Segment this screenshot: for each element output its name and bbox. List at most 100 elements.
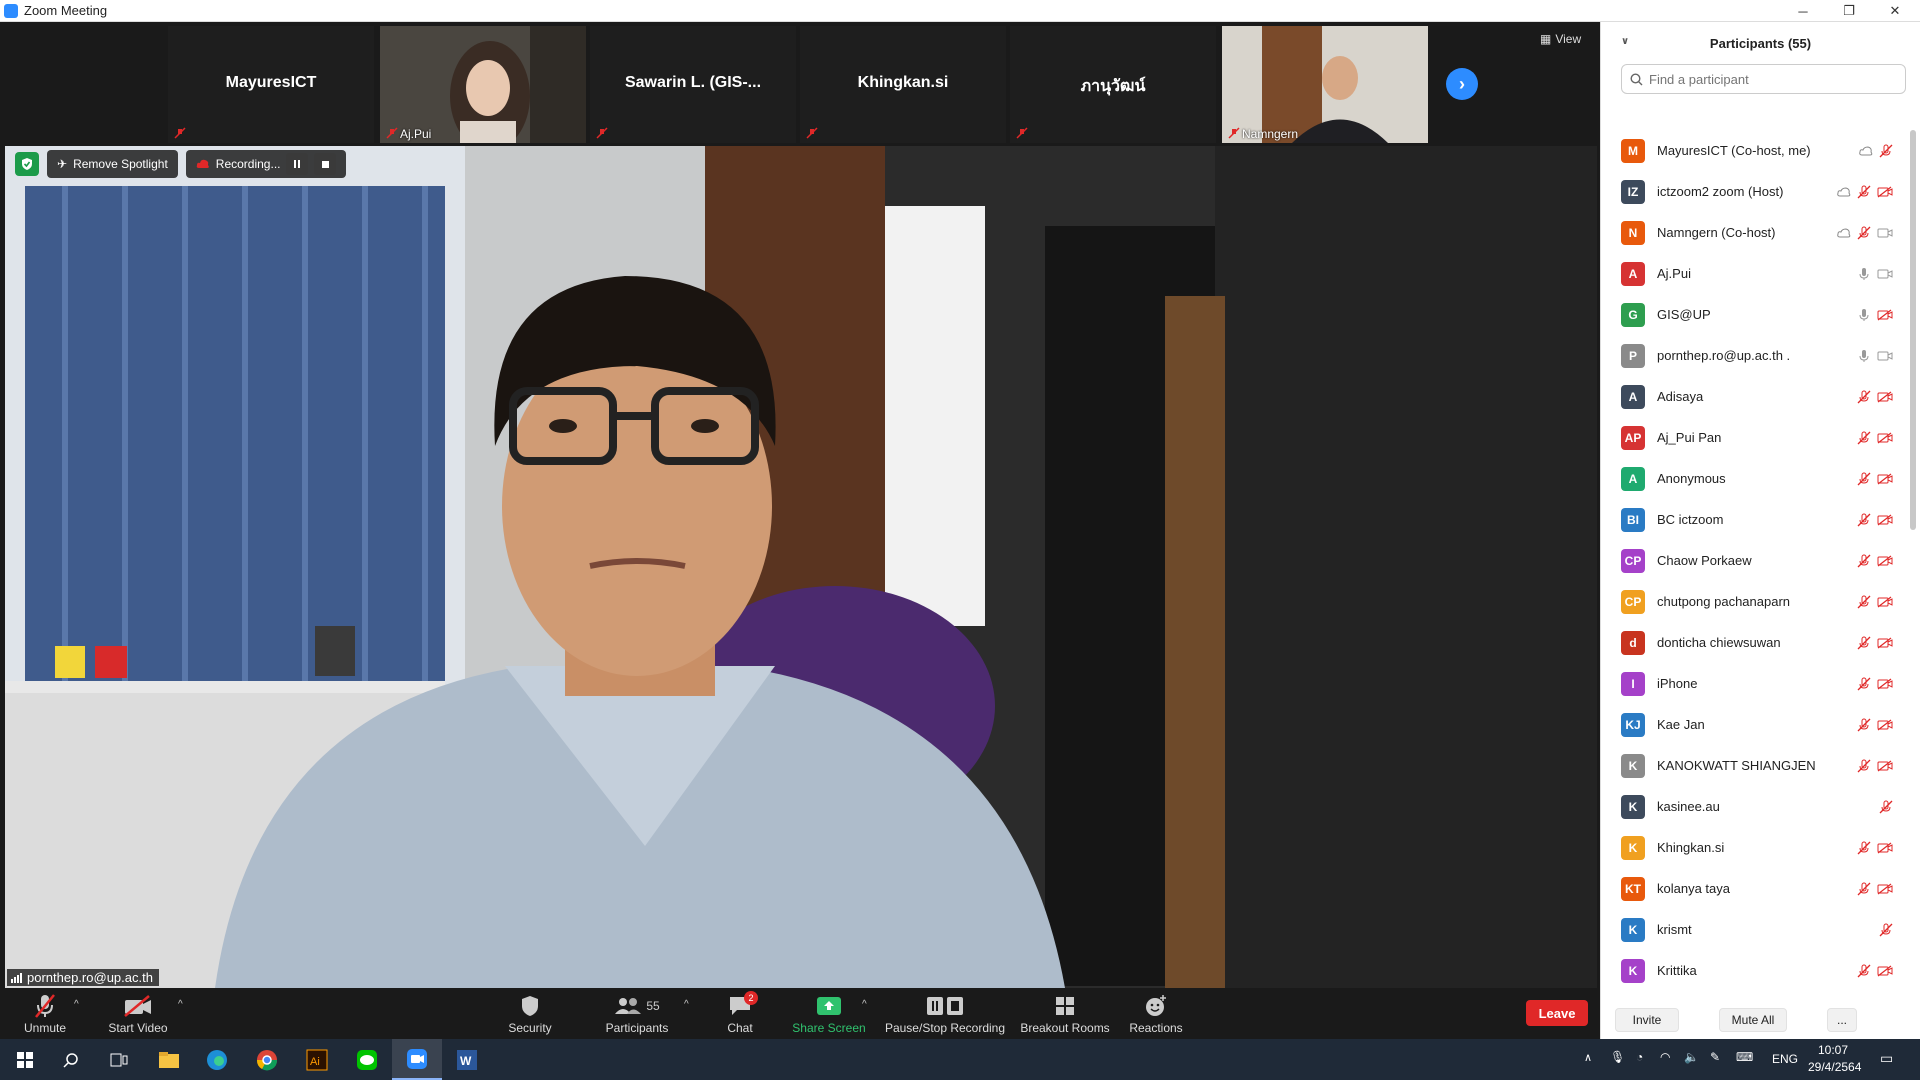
mic-muted-icon[interactable] bbox=[1857, 964, 1871, 978]
participant-row[interactable]: KT kolanya taya bbox=[1601, 868, 1920, 909]
chat-button[interactable]: 2 Chat bbox=[720, 989, 760, 1039]
clock-time[interactable]: 10:07 bbox=[1818, 1043, 1848, 1057]
participant-row[interactable]: G GIS@UP bbox=[1601, 294, 1920, 335]
share-screen-button[interactable]: Share Screen bbox=[790, 989, 868, 1039]
stop-recording-icon[interactable] bbox=[314, 153, 337, 175]
participants-button[interactable]: 55 Participants bbox=[600, 989, 674, 1039]
clock-date[interactable]: 29/4/2564 bbox=[1808, 1060, 1861, 1074]
minimize-button[interactable]: ─ bbox=[1780, 0, 1826, 22]
mic-muted-icon[interactable] bbox=[1857, 185, 1871, 199]
video-off-icon[interactable] bbox=[1877, 596, 1893, 608]
mic-muted-icon[interactable] bbox=[1857, 718, 1871, 732]
participant-row[interactable]: Kkrismt bbox=[1601, 909, 1920, 950]
thumbnail-khingkan[interactable]: Khingkan.si bbox=[800, 26, 1006, 143]
mic-muted-icon[interactable] bbox=[1857, 554, 1871, 568]
video-off-icon[interactable] bbox=[1877, 391, 1893, 403]
participant-row[interactable]: Kkasinee.au bbox=[1601, 786, 1920, 827]
edge-browser-icon[interactable] bbox=[194, 1039, 240, 1080]
participant-row[interactable]: AP Aj_Pui Pan bbox=[1601, 417, 1920, 458]
participant-row[interactable]: K Khingkan.si bbox=[1601, 827, 1920, 868]
pause-stop-recording-button[interactable]: Pause/Stop Recording bbox=[884, 989, 1006, 1039]
participant-row[interactable]: N Namngern (Co-host) bbox=[1601, 212, 1920, 253]
video-on-icon[interactable] bbox=[1877, 268, 1893, 280]
participant-row[interactable]: CP Chaow Porkaew bbox=[1601, 540, 1920, 581]
mute-all-button[interactable]: Mute All bbox=[1719, 1007, 1787, 1032]
participant-row[interactable]: IZ ictzoom2 zoom (Host) bbox=[1601, 171, 1920, 212]
video-off-icon[interactable] bbox=[1877, 186, 1893, 198]
video-off-icon[interactable] bbox=[1877, 514, 1893, 526]
network-tray-icon[interactable]: ◔ bbox=[1636, 1050, 1643, 1064]
remove-spotlight-button[interactable]: ✈ Remove Spotlight bbox=[47, 150, 178, 178]
restore-button[interactable]: ❐ bbox=[1826, 0, 1872, 22]
video-off-icon[interactable] bbox=[1877, 432, 1893, 444]
mic-muted-icon[interactable] bbox=[1857, 841, 1871, 855]
video-off-icon[interactable] bbox=[1877, 473, 1893, 485]
thumbnail-aj-pui[interactable]: Aj.Pui bbox=[380, 26, 586, 143]
video-on-icon[interactable] bbox=[1877, 227, 1893, 239]
security-button[interactable]: Security bbox=[500, 989, 560, 1039]
mic-muted-icon[interactable] bbox=[1857, 513, 1871, 527]
reactions-button[interactable]: Reactions bbox=[1126, 989, 1186, 1039]
mic-on-icon[interactable] bbox=[1857, 267, 1871, 281]
thumbnail-panuwat[interactable]: ภานุวัฒน์ bbox=[1010, 26, 1216, 143]
volume-tray-icon[interactable]: 🔈 bbox=[1684, 1050, 1699, 1064]
thumbnail-namngern[interactable]: Namngern bbox=[1222, 26, 1428, 143]
keyboard-tray-icon[interactable]: ⌨ bbox=[1736, 1050, 1753, 1064]
encryption-shield-icon[interactable] bbox=[15, 152, 39, 176]
mic-on-icon[interactable] bbox=[1857, 308, 1871, 322]
breakout-rooms-button[interactable]: Breakout Rooms bbox=[1018, 989, 1112, 1039]
task-view-icon[interactable] bbox=[96, 1039, 142, 1080]
participant-row[interactable]: M MayuresICT (Co-host, me) bbox=[1601, 130, 1920, 171]
video-off-icon[interactable] bbox=[1877, 842, 1893, 854]
video-off-icon[interactable] bbox=[1877, 637, 1893, 649]
mic-muted-icon[interactable] bbox=[1857, 226, 1871, 240]
search-input[interactable] bbox=[1649, 71, 1889, 87]
participant-row[interactable]: K KANOKWATT SHIANGJEN bbox=[1601, 745, 1920, 786]
participant-row[interactable]: BI BC ictzoom bbox=[1601, 499, 1920, 540]
mic-muted-icon[interactable] bbox=[1857, 759, 1871, 773]
video-off-icon[interactable] bbox=[1877, 678, 1893, 690]
mic-muted-icon[interactable] bbox=[1879, 923, 1893, 937]
pen-tray-icon[interactable]: ✎ bbox=[1710, 1050, 1720, 1064]
mic-muted-icon[interactable] bbox=[1857, 431, 1871, 445]
video-off-icon[interactable] bbox=[1877, 719, 1893, 731]
mic-muted-icon[interactable] bbox=[1879, 800, 1893, 814]
line-app-icon[interactable] bbox=[344, 1039, 390, 1080]
mic-muted-icon[interactable] bbox=[1857, 677, 1871, 691]
participant-row[interactable]: K Krittika bbox=[1601, 950, 1920, 991]
video-off-icon[interactable] bbox=[1877, 965, 1893, 977]
participant-row[interactable]: IiPhone bbox=[1601, 663, 1920, 704]
unmute-button[interactable]: Unmute bbox=[20, 989, 70, 1039]
audio-options-caret-icon[interactable]: ^ bbox=[74, 999, 79, 1010]
input-language[interactable]: ENG bbox=[1772, 1052, 1798, 1066]
mic-muted-icon[interactable] bbox=[1857, 595, 1871, 609]
participant-search[interactable] bbox=[1621, 64, 1906, 94]
video-off-icon[interactable] bbox=[1877, 309, 1893, 321]
microphone-tray-icon[interactable]: 🎙 bbox=[1610, 1050, 1625, 1064]
participant-row[interactable]: A Aj.Pui bbox=[1601, 253, 1920, 294]
mic-muted-icon[interactable] bbox=[1857, 390, 1871, 404]
notifications-icon[interactable]: ▭ bbox=[1880, 1050, 1893, 1067]
participant-row[interactable]: CP chutpong pachanaparn bbox=[1601, 581, 1920, 622]
participant-row[interactable]: Ppornthep.ro@up.ac.th . bbox=[1601, 335, 1920, 376]
video-options-caret-icon[interactable]: ^ bbox=[178, 999, 183, 1010]
view-button[interactable]: ▦ View bbox=[1540, 32, 1581, 46]
mic-muted-icon[interactable] bbox=[1857, 882, 1871, 896]
chrome-browser-icon[interactable] bbox=[244, 1039, 290, 1080]
close-button[interactable]: ✕ bbox=[1872, 0, 1918, 22]
participant-row[interactable]: d donticha chiewsuwan bbox=[1601, 622, 1920, 663]
mic-on-icon[interactable] bbox=[1857, 349, 1871, 363]
illustrator-icon[interactable]: Ai bbox=[294, 1039, 340, 1080]
show-hidden-icons-icon[interactable]: ∧ bbox=[1584, 1051, 1592, 1064]
more-options-button[interactable]: ... bbox=[1827, 1007, 1857, 1032]
participant-list-scrollbar[interactable] bbox=[1910, 130, 1916, 530]
spotlight-video[interactable]: ✈ Remove Spotlight Recording... pornthep… bbox=[5, 146, 1597, 988]
leave-button[interactable]: Leave bbox=[1526, 1000, 1588, 1026]
participants-options-caret-icon[interactable]: ^ bbox=[684, 999, 689, 1010]
video-off-icon[interactable] bbox=[1877, 555, 1893, 567]
file-explorer-icon[interactable] bbox=[146, 1039, 192, 1080]
video-off-icon[interactable] bbox=[1877, 760, 1893, 772]
windows-start-icon[interactable] bbox=[2, 1039, 48, 1080]
start-video-button[interactable]: Start Video bbox=[104, 989, 172, 1039]
wifi-tray-icon[interactable]: ◠ bbox=[1660, 1050, 1670, 1064]
